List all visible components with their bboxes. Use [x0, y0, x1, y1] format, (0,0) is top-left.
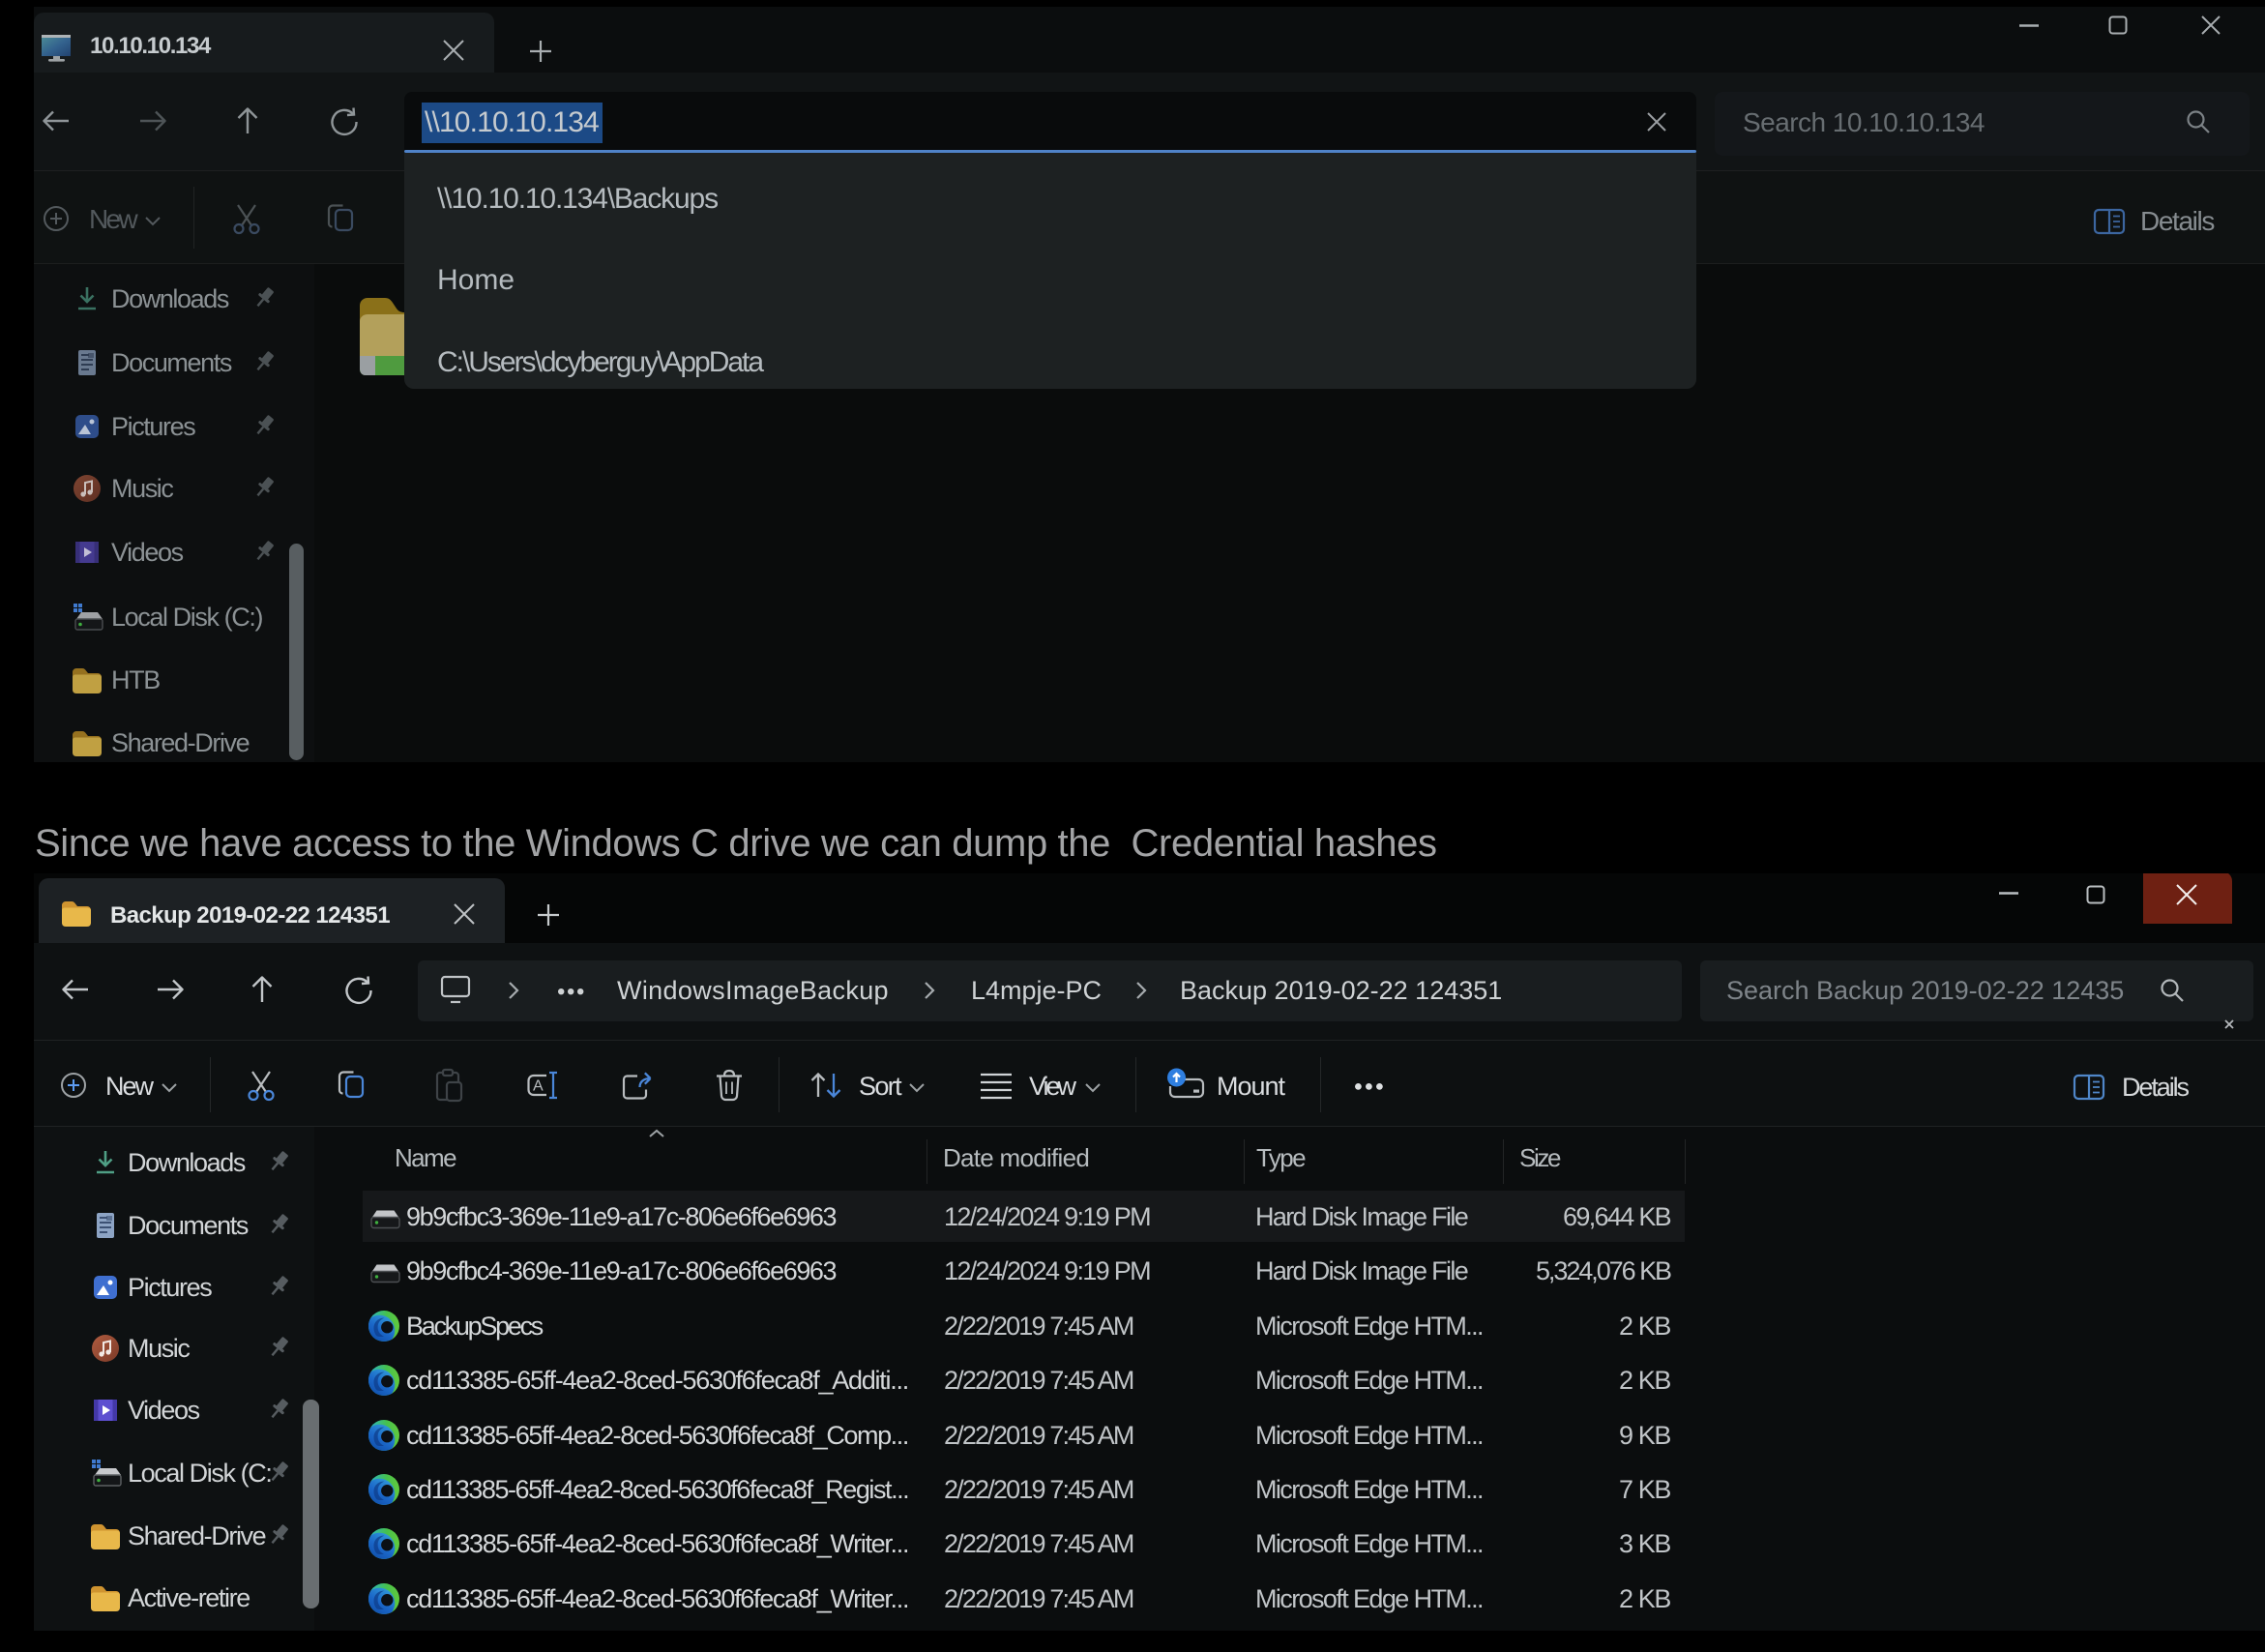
svg-text:A: A — [533, 1078, 544, 1095]
